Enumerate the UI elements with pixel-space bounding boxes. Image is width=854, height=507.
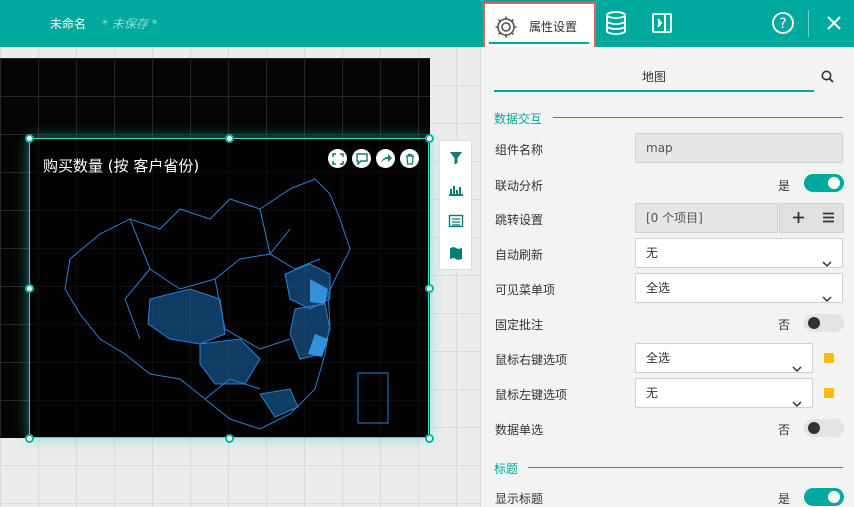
visible-menu-value: 全选 [646,281,671,295]
right-click-value: 全选 [646,351,671,365]
jump-settings-field[interactable]: [0 个项目] [635,203,778,233]
chart-title: 购买数量 (按 客户省份) [43,157,200,175]
section-divider [528,467,843,468]
delete-icon[interactable] [400,149,419,168]
share-icon[interactable] [376,149,395,168]
left-click-select[interactable]: 无 [635,378,813,408]
label-single-select: 数据单选 [495,423,544,437]
right-click-select[interactable]: 全选 [635,343,813,373]
show-title-state: 是 [778,492,791,506]
left-click-marker [824,388,834,398]
help-icon[interactable]: ? [771,11,795,38]
label-auto-refresh: 自动刷新 [495,248,544,262]
resize-handle-tr[interactable] [425,134,434,143]
south-sea-inset [357,372,389,424]
resize-handle-tl[interactable] [25,134,34,143]
tab-map[interactable]: 地图 [494,62,814,92]
show-title-toggle[interactable] [804,488,844,506]
table-icon[interactable] [448,214,464,231]
widget-side-toolbar [439,140,472,270]
section-divider [553,117,843,118]
right-click-marker [824,353,834,363]
gear-icon [493,14,519,43]
fixed-note-toggle[interactable] [804,314,844,332]
china-map [64,178,389,430]
single-select-toggle[interactable] [804,419,844,437]
svg-text:?: ? [779,16,786,32]
region-west [147,288,226,345]
resize-handle-b[interactable] [225,434,234,443]
label-left-click: 鼠标左键选项 [495,388,568,402]
label-right-click: 鼠标右键选项 [495,353,568,367]
component-name-field[interactable]: map [635,133,843,163]
map-icon[interactable] [448,246,464,263]
resize-handle-t[interactable] [225,134,234,143]
document-name[interactable]: 未命名 [50,15,86,32]
toolbar-separator [808,10,809,37]
label-component-name: 组件名称 [495,143,544,157]
tab-active-indicator [489,42,589,44]
linkage-toggle[interactable] [804,174,844,192]
single-select-state: 否 [778,423,791,437]
close-icon[interactable] [825,14,843,35]
linkage-state: 是 [778,179,791,193]
resize-handle-l[interactable] [25,284,34,293]
region-south [259,388,299,418]
label-visible-menu: 可见菜单项 [495,283,556,297]
region-southwest [199,338,261,385]
label-fixed-note: 固定批注 [495,318,544,332]
list-menu-icon[interactable] [822,212,835,226]
tab-properties[interactable]: 属性设置 [483,2,596,52]
resize-handle-r[interactable] [425,284,434,293]
database-icon[interactable] [604,10,628,39]
search-icon[interactable] [821,70,834,86]
comment-icon[interactable] [352,149,371,168]
add-icon[interactable] [792,211,805,227]
auto-refresh-select[interactable]: 无 [635,238,843,268]
panel-toggle-icon[interactable] [651,12,673,37]
visible-menu-select[interactable]: 全选 [635,273,843,303]
section-data-interaction: 数据交互 [494,112,543,126]
chevron-down-icon [792,390,802,418]
resize-handle-bl[interactable] [25,434,34,443]
label-show-title: 显示标题 [495,492,544,506]
fullscreen-icon[interactable] [328,149,347,168]
chart-analysis-icon[interactable] [448,182,464,199]
tab-properties-label: 属性设置 [529,20,578,34]
auto-refresh-value: 无 [646,246,659,260]
label-jump: 跳转设置 [495,213,544,227]
unsaved-status: * 未保存 * [102,17,158,31]
left-click-value: 无 [646,386,659,400]
chevron-down-icon [822,285,832,313]
section-title: 标题 [494,462,519,476]
fixed-note-state: 否 [778,318,791,332]
filter-icon[interactable] [448,151,464,168]
label-linkage: 联动分析 [495,179,544,193]
map-widget[interactable] [29,138,429,438]
resize-handle-br[interactable] [425,434,434,443]
